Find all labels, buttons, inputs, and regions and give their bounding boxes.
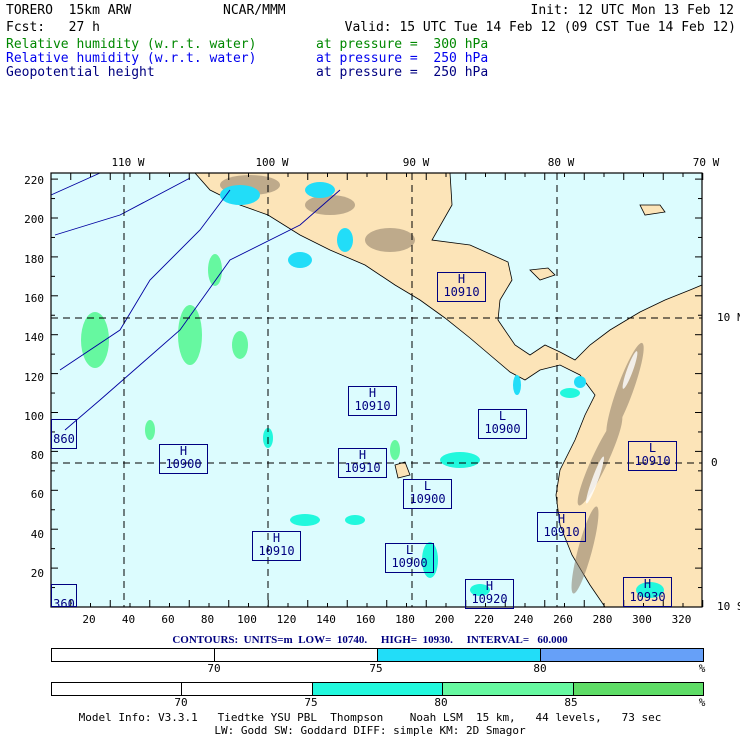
system-height: 360 <box>53 597 75 607</box>
system-height: 10900 <box>391 556 428 570</box>
pressure-system-box: H 10910 <box>252 531 301 561</box>
lon-label: 90 W <box>402 156 430 169</box>
pressure-system-box: L 10900 <box>478 409 527 439</box>
x-tick-label: 20 <box>82 613 96 626</box>
colorbar-label: 70 <box>207 662 221 675</box>
lat-label: 10 S <box>717 600 740 613</box>
x-tick-label: 100 <box>237 613 257 626</box>
x-tick-label: 160 <box>355 613 376 626</box>
colorbar-segment <box>540 649 703 661</box>
y-tick-label: 60 <box>30 488 44 502</box>
colorbar-label: 75 <box>369 662 383 675</box>
model-physics: LW: Godd SW: Goddard DIFF: simple KM: 2D… <box>214 724 526 737</box>
pressure-system-box: H 10910 <box>348 386 397 416</box>
system-height: 860 <box>53 432 75 446</box>
lon-label: 100 W <box>255 156 289 169</box>
lat-label: 0 <box>711 456 718 469</box>
colorbar-label: 80 <box>533 662 547 675</box>
y-tick-label: 200 <box>24 213 44 227</box>
system-height: 10910 <box>634 454 671 468</box>
y-tick-label: 120 <box>24 370 44 384</box>
pressure-system-box: H 10910 <box>537 512 586 542</box>
colorbar-segment <box>181 683 312 695</box>
x-tick-label: 140 <box>316 613 336 626</box>
x-tick-label: 280 <box>592 613 613 626</box>
x-tick-label: 80 <box>200 613 215 626</box>
y-tick-label: 160 <box>24 291 44 305</box>
x-tick-label: 300 <box>632 613 652 626</box>
lat-label: 10 N <box>717 311 740 324</box>
pressure-system-box: L 10900 <box>385 543 434 573</box>
lon-label: 70 W <box>692 156 720 169</box>
x-tick-label: 260 <box>553 613 573 626</box>
pressure-system-box: H 10910 <box>437 272 486 302</box>
pressure-system-box: H 10900 <box>159 444 208 474</box>
x-tick-label: 200 <box>434 613 455 626</box>
y-tick-label: 40 <box>30 527 44 541</box>
lon-label: 110 W <box>111 156 145 169</box>
y-tick-label: 100 <box>24 409 44 423</box>
x-tick-label: 40 <box>121 613 136 626</box>
colorbar-segment <box>52 649 214 661</box>
colorbar-label: % <box>698 696 706 709</box>
x-tick-label: 320 <box>671 613 692 626</box>
x-tick-label: 240 <box>513 613 534 626</box>
pressure-system-box: L 10910 <box>628 441 677 471</box>
system-height: 10910 <box>354 399 391 413</box>
system-height: 10900 <box>484 422 521 436</box>
x-tick-label: 180 <box>395 613 415 626</box>
x-tick-label: 120 <box>276 613 297 626</box>
contour-info: CONTOURS: UNITS=m LOW= 10740. HIGH= 1093… <box>172 634 568 646</box>
lon-label: 80 W <box>547 156 575 169</box>
colorbar-segment <box>52 683 182 695</box>
colorbar-segment <box>311 683 443 695</box>
pressure-system-box: 360 <box>51 584 77 607</box>
colorbar-label: % <box>698 662 706 675</box>
system-height: 10920 <box>471 592 508 606</box>
system-height: 10910 <box>543 525 580 539</box>
system-height: 10900 <box>409 492 446 506</box>
pressure-system-box: H 10930 <box>623 577 672 607</box>
system-height: 10910 <box>443 285 480 299</box>
system-height: 10930 <box>629 590 666 604</box>
model-info: Model Info: V3.3.1 Tiedtke YSU PBL Thomp… <box>78 711 662 724</box>
colorbar-label: 75 <box>304 696 318 709</box>
colorbar-label: 70 <box>174 696 188 709</box>
system-height: 10900 <box>165 457 202 471</box>
colorbar-rh-250 <box>51 648 704 662</box>
pressure-system-box: H 10910 <box>338 448 387 478</box>
y-tick-label: 180 <box>24 252 44 266</box>
weather-map <box>50 172 704 608</box>
colorbar-rh-300 <box>51 682 704 696</box>
pressure-system-box: L 10900 <box>403 479 452 509</box>
pressure-system-box: 860 <box>51 419 77 449</box>
colorbar-label: 80 <box>434 696 448 709</box>
system-height: 10910 <box>344 461 381 475</box>
colorbar-segment <box>377 649 540 661</box>
colorbar-segment <box>442 683 573 695</box>
y-tick-label: 20 <box>30 567 44 580</box>
system-height: 10910 <box>258 544 295 558</box>
x-tick-label: 60 <box>161 613 175 626</box>
x-tick-label: 220 <box>474 613 494 626</box>
colorbar-segment <box>214 649 377 661</box>
y-tick-label: 80 <box>30 449 44 463</box>
colorbar-label: 85 <box>564 696 578 709</box>
pressure-system-box: H 10920 <box>465 579 514 609</box>
y-tick-label: 220 <box>24 174 44 187</box>
colorbar-segment <box>572 683 704 695</box>
y-tick-label: 140 <box>24 331 44 345</box>
